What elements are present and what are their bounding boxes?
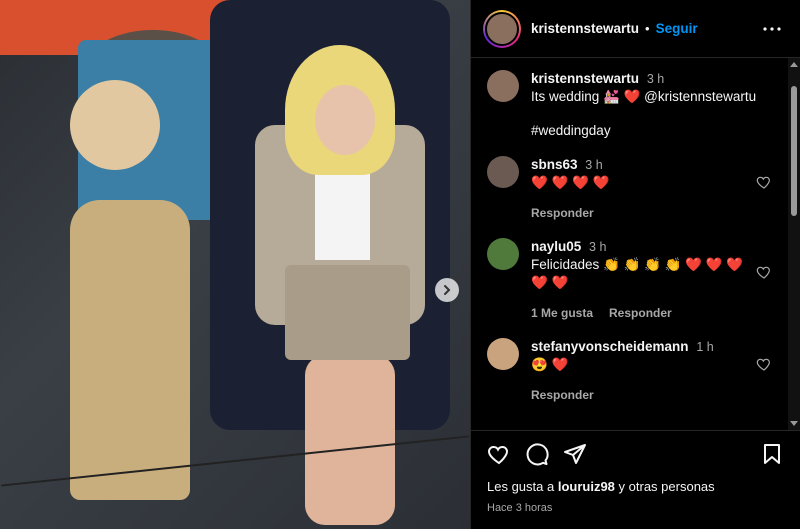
comment-button[interactable] [525, 442, 549, 466]
caption-hashtag[interactable]: #weddingday [531, 122, 772, 140]
save-button[interactable] [760, 442, 784, 466]
heart-icon[interactable] [756, 356, 772, 372]
comment-row: stefanyvonscheidemann 1 h 😍 ❤️ Responder [487, 338, 772, 404]
comment-row: sbns63 3 h ❤️ ❤️ ❤️ ❤️ Responder [487, 156, 772, 222]
reply-button[interactable]: Responder [531, 386, 594, 404]
caption-row: kristennstewartu 3 h Its wedding 💒 ❤️ @k… [487, 70, 772, 140]
share-button[interactable] [563, 442, 587, 466]
comment-icon [526, 443, 549, 466]
comment-username[interactable]: naylu05 [531, 239, 581, 254]
reply-button[interactable]: Responder [531, 204, 594, 222]
caption-time: 3 h [646, 72, 665, 86]
author-username[interactable]: kristennstewartu [531, 21, 639, 36]
comment-avatar[interactable] [487, 338, 519, 370]
more-options-button[interactable] [760, 17, 784, 41]
heart-icon[interactable] [756, 264, 772, 280]
caption-username[interactable]: kristennstewartu [531, 71, 639, 86]
caption-avatar[interactable] [487, 70, 519, 102]
comment-time: 1 h [696, 340, 714, 354]
scroll-up-icon[interactable] [790, 62, 798, 67]
likes-user[interactable]: louruiz98 [558, 479, 615, 494]
comments-list[interactable]: kristennstewartu 3 h Its wedding 💒 ❤️ @k… [471, 58, 788, 430]
comment-text: 😍 ❤️ [531, 357, 569, 372]
heart-icon [488, 445, 508, 465]
heart-icon[interactable] [756, 174, 772, 190]
comment-row: naylu05 3 h Felicidades 👏 👏 👏 👏 ❤️ ❤️ ❤️… [487, 238, 772, 322]
likes-suffix[interactable]: y otras personas [619, 479, 715, 494]
caption-text: Its wedding 💒 ❤️ @kristennstewartu [531, 89, 757, 104]
comment-avatar[interactable] [487, 238, 519, 270]
scrollbar-thumb[interactable] [791, 86, 797, 216]
comment-likes-count[interactable]: 1 Me gusta [531, 304, 593, 322]
chevron-right-icon [444, 285, 451, 295]
post-header: kristennstewartu • Seguir [471, 0, 800, 58]
post-actions: Les gusta a louruiz98 y otras personas H… [471, 430, 800, 514]
author-avatar[interactable] [483, 9, 521, 48]
post-side-panel: kristennstewartu • Seguir kristennstewar… [470, 0, 800, 529]
comment-username[interactable]: sbns63 [531, 157, 578, 172]
next-image-button[interactable] [435, 278, 459, 302]
reply-button[interactable]: Responder [609, 304, 672, 322]
comments-scrollbar[interactable] [788, 58, 800, 430]
post-timestamp: Hace 3 horas [487, 502, 553, 514]
comment-username[interactable]: stefanyvonscheidemann [531, 339, 689, 354]
comment-avatar[interactable] [487, 156, 519, 188]
follow-button[interactable]: Seguir [656, 21, 698, 36]
comment-text: Felicidades 👏 👏 👏 👏 ❤️ ❤️ ❤️ ❤️ ❤️ [531, 257, 744, 290]
likes-summary: Les gusta a louruiz98 y otras personas [487, 479, 784, 494]
separator-dot: • [645, 21, 650, 36]
likes-prefix: Les gusta a [487, 479, 555, 494]
like-button[interactable] [487, 442, 511, 466]
comment-time: 3 h [585, 158, 603, 172]
scroll-down-icon[interactable] [790, 421, 798, 426]
photo-person-left [40, 80, 190, 520]
bookmark-icon [764, 444, 780, 464]
more-icon [763, 26, 781, 31]
comment-time: 3 h [589, 240, 607, 254]
comment-text: ❤️ ❤️ ❤️ ❤️ [531, 175, 610, 190]
post-photo[interactable] [0, 0, 470, 529]
send-icon [564, 444, 586, 464]
photo-person-right [245, 45, 435, 525]
